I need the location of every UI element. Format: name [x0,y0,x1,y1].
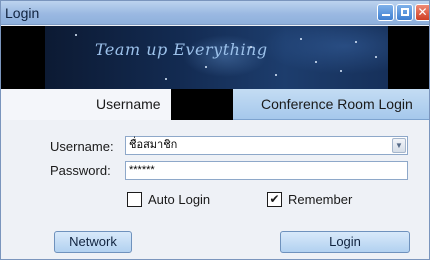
minimize-button[interactable] [377,4,394,21]
remember-label: Remember [288,192,353,207]
maximize-button[interactable] [396,4,413,21]
banner-image: Team up Everything [45,26,388,89]
password-field[interactable]: ****** [125,161,408,180]
maximize-icon [401,8,409,16]
star-decoration [300,38,302,40]
star-decoration [315,61,317,63]
tab-username-label: Username [96,96,161,112]
star-decoration [250,46,252,48]
tab-separator [171,89,233,120]
tab-conference-room-login-label: Conference Room Login [261,96,413,112]
auto-login-checkbox[interactable] [127,192,142,207]
username-value: ชื่อสมาชิก [129,139,178,151]
username-dropdown-button[interactable]: ▼ [392,138,406,153]
star-decoration [205,66,207,68]
minimize-icon [382,14,390,16]
remember-checkbox[interactable]: ✔ [267,192,282,207]
network-button[interactable]: Network [54,231,132,253]
username-combobox[interactable]: ชื่อสมาชิก ▼ [125,136,408,155]
star-decoration [275,74,277,76]
password-label: Password: [50,163,111,178]
close-icon: ✕ [417,5,428,19]
tab-bar: Username Conference Room Login [1,89,429,120]
password-value: ****** [129,164,155,176]
star-decoration [355,41,357,43]
star-decoration [375,56,377,58]
login-button[interactable]: Login [280,231,410,253]
banner-slogan: Team up Everything [95,40,268,59]
title-bar[interactable]: Login ✕ [1,1,429,25]
username-label: Username: [50,139,114,154]
banner: Team up Everything [1,26,429,89]
close-button[interactable]: ✕ [415,4,429,21]
star-decoration [165,78,167,80]
star-decoration [75,34,77,36]
window-title: Login [5,5,40,21]
checkmark-icon: ✔ [269,192,280,206]
login-window: Login ✕ Team up Everything Username Conf… [0,0,430,260]
star-decoration [340,70,342,72]
auto-login-label: Auto Login [148,192,211,207]
chevron-down-icon: ▼ [395,141,403,150]
tab-conference-room-login[interactable]: Conference Room Login [233,89,429,120]
